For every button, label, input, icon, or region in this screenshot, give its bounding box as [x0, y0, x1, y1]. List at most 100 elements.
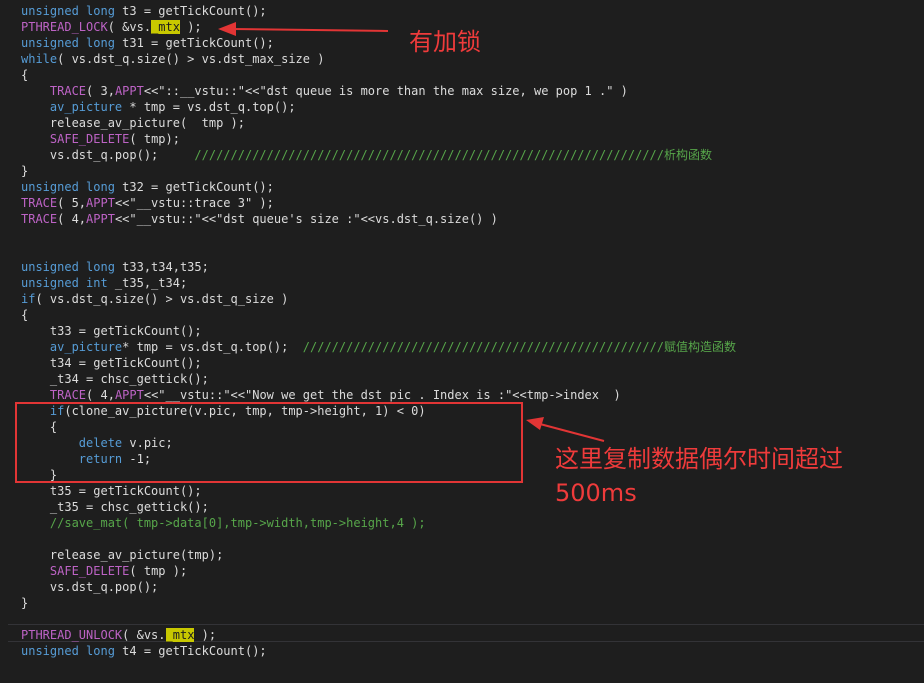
- code-line[interactable]: unsigned int _t35,_t34;: [21, 275, 187, 291]
- code-line[interactable]: TRACE( 5,APPT<<"__vstu::trace 3" );: [21, 195, 274, 211]
- code-token: unsigned long: [21, 180, 115, 194]
- code-line[interactable]: SAFE_DELETE( tmp );: [21, 563, 187, 579]
- code-token: release_av_picture( tmp );: [21, 116, 245, 130]
- code-line[interactable]: t35 = getTickCount();: [21, 483, 202, 499]
- code-token: av_picture: [49, 100, 123, 114]
- code-token: release_av_picture(tmp);: [21, 548, 224, 562]
- code-line[interactable]: //save_mat( tmp->data[0],tmp->width,tmp-…: [21, 515, 426, 531]
- code-line[interactable]: PTHREAD_LOCK( &vs._mtx );: [21, 19, 202, 35]
- code-token: APPT: [86, 212, 115, 226]
- code-token: ////////////////////////////////////////…: [302, 340, 737, 354]
- code-token: SAFE_DELETE: [49, 132, 130, 146]
- code-line[interactable]: SAFE_DELETE( tmp);: [21, 131, 180, 147]
- code-line[interactable]: release_av_picture( tmp );: [21, 115, 245, 131]
- copy-time-annotation-line1: 这里复制数据偶尔时间超过: [555, 445, 843, 473]
- code-token: );: [179, 20, 202, 34]
- clone-highlight-box: [15, 402, 523, 483]
- code-line[interactable]: release_av_picture(tmp);: [21, 547, 223, 563]
- code-line[interactable]: {: [21, 67, 28, 83]
- copy-time-annotation-line2: 500ms: [555, 479, 637, 507]
- code-token: if: [21, 292, 36, 306]
- code-token: _t35,_t34;: [107, 276, 188, 290]
- code-token: t34 = getTickCount();: [21, 356, 202, 370]
- code-token: <<"__vstu::trace 3" );: [114, 196, 274, 210]
- code-line[interactable]: }: [21, 595, 28, 611]
- code-line[interactable]: unsigned long t3 = getTickCount();: [21, 3, 267, 19]
- code-line[interactable]: _t35 = chsc_gettick();: [21, 499, 209, 515]
- code-token: TRACE: [49, 84, 87, 98]
- code-editor[interactable]: unsigned long t3 = getTickCount(); PTHREA…: [0, 0, 924, 683]
- code-token: t35 = getTickCount();: [21, 484, 202, 498]
- code-token: ( 5,: [57, 196, 87, 210]
- code-line[interactable]: t33 = getTickCount();: [21, 323, 202, 339]
- code-token: av_picture: [49, 340, 123, 354]
- code-token: unsigned long: [21, 644, 115, 658]
- code-token: vs.dst_q.pop();: [21, 148, 195, 162]
- code-line[interactable]: _t34 = chsc_gettick();: [21, 371, 209, 387]
- code-line[interactable]: t34 = getTickCount();: [21, 355, 202, 371]
- code-token: APPT: [114, 388, 144, 402]
- code-line[interactable]: PTHREAD_UNLOCK( &vs._mtx );: [21, 627, 216, 643]
- copy-time-annotation: 这里复制数据偶尔时间超过 500ms: [555, 442, 843, 510]
- code-line[interactable]: TRACE( 4,APPT<<"__vstu::"<<"Now we get t…: [21, 387, 621, 403]
- code-token: t33 = getTickCount();: [21, 324, 202, 338]
- code-token: PTHREAD_LOCK: [21, 20, 108, 34]
- code-line[interactable]: vs.dst_q.pop(); ////////////////////////…: [21, 147, 712, 163]
- code-line[interactable]: if( vs.dst_q.size() > vs.dst_q_size ): [21, 291, 288, 307]
- code-token: * tmp = vs.dst_q.top();: [122, 340, 303, 354]
- lock-annotation: 有加锁: [409, 28, 481, 56]
- code-token: {: [21, 68, 29, 82]
- code-line[interactable]: unsigned long t33,t34,t35;: [21, 259, 209, 275]
- code-token: ( 4,: [57, 212, 87, 226]
- code-token: ( 4,: [86, 388, 115, 402]
- code-token: }: [21, 164, 29, 178]
- code-token: unsigned long: [21, 4, 115, 18]
- highlighted-token: _mtx: [151, 20, 180, 34]
- code-line[interactable]: av_picture* tmp = vs.dst_q.top(); //////…: [21, 339, 736, 355]
- code-line[interactable]: unsigned long t31 = getTickCount();: [21, 35, 274, 51]
- code-token: );: [194, 628, 217, 642]
- code-token: unsigned long: [21, 260, 115, 274]
- code-token: ( tmp );: [129, 564, 188, 578]
- code-token: TRACE: [21, 196, 58, 210]
- code-token: unsigned long: [21, 36, 115, 50]
- code-token: ( &vs.: [107, 20, 152, 34]
- code-line[interactable]: {: [21, 307, 28, 323]
- code-token: t3 = getTickCount();: [114, 4, 267, 18]
- code-token: _t35 = chsc_gettick();: [21, 500, 209, 514]
- code-token: ( 3,: [86, 84, 115, 98]
- code-line[interactable]: TRACE( 3,APPT<<"::__vstu::"<<"dst queue …: [21, 83, 628, 99]
- code-token: APPT: [114, 84, 144, 98]
- code-line[interactable]: TRACE( 4,APPT<<"__vstu::"<<"dst queue's …: [21, 211, 498, 227]
- current-line-border-top: [8, 624, 924, 625]
- code-line[interactable]: }: [21, 163, 28, 179]
- code-token: <<"::__vstu::"<<"dst queue is more than …: [143, 84, 628, 98]
- code-token: t4 = getTickCount();: [114, 644, 267, 658]
- code-token: <<"__vstu::"<<"Now we get the dst pic . …: [143, 388, 621, 402]
- code-token: PTHREAD_UNLOCK: [21, 628, 123, 642]
- code-token: vs.dst_q.pop();: [21, 580, 159, 594]
- code-line[interactable]: unsigned long t32 = getTickCount();: [21, 179, 274, 195]
- code-line[interactable]: while( vs.dst_q.size() > vs.dst_max_size…: [21, 51, 324, 67]
- code-token: <<"__vstu::"<<"dst queue's size :"<<vs.d…: [114, 212, 498, 226]
- code-token: ( vs.dst_q.size() > vs.dst_q_size ): [35, 292, 289, 306]
- code-line[interactable]: vs.dst_q.pop();: [21, 579, 158, 595]
- code-token: TRACE: [21, 212, 58, 226]
- code-token: * tmp = vs.dst_q.top();: [122, 100, 296, 114]
- code-token: unsigned int: [21, 276, 108, 290]
- code-token: _t34 = chsc_gettick();: [21, 372, 209, 386]
- highlighted-token: _mtx: [165, 628, 195, 642]
- code-token: {: [21, 308, 29, 322]
- code-line[interactable]: av_picture * tmp = vs.dst_q.top();: [21, 99, 296, 115]
- code-token: while: [21, 52, 58, 66]
- code-token: ( vs.dst_q.size() > vs.dst_max_size ): [57, 52, 325, 66]
- code-token: }: [21, 596, 29, 610]
- code-token: t32 = getTickCount();: [114, 180, 274, 194]
- code-line[interactable]: unsigned long t4 = getTickCount();: [21, 643, 267, 659]
- code-token: SAFE_DELETE: [49, 564, 130, 578]
